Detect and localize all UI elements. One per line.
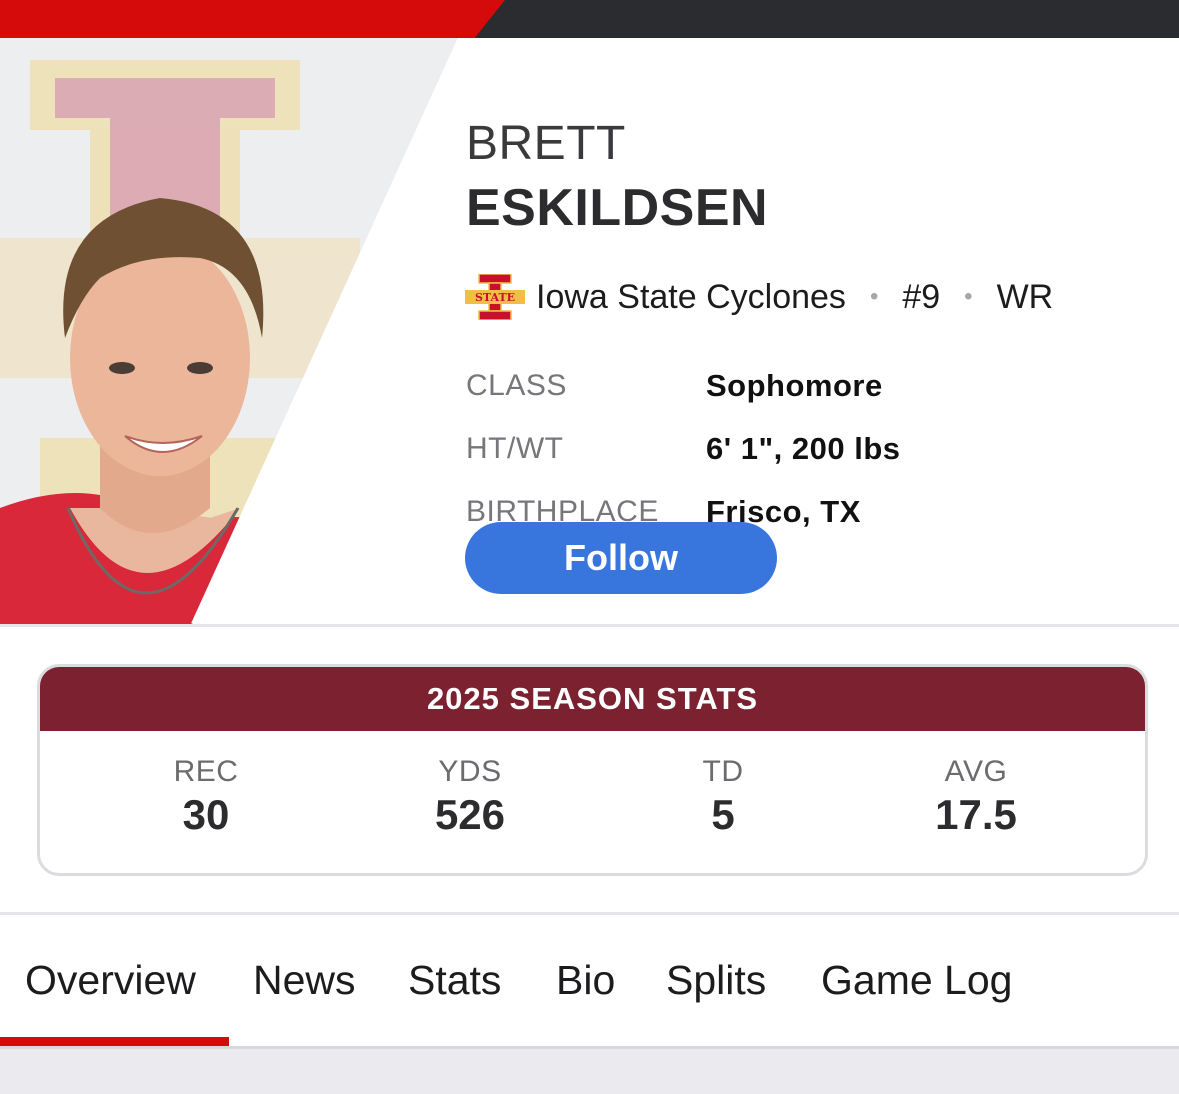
bio-row-height-weight: HT/WT 6' 1", 200 lbs [466, 417, 901, 480]
tab-stats[interactable]: Stats [408, 957, 501, 1004]
tab-news[interactable]: News [253, 957, 356, 1004]
top-bar [0, 0, 1179, 38]
svg-text:STATE: STATE [475, 291, 515, 304]
tab-game-log[interactable]: Game Log [821, 957, 1012, 1004]
separator-dot: • [964, 283, 973, 310]
stat-label: TD [702, 755, 744, 788]
player-last-name: ESKILDSEN [466, 179, 769, 237]
stat-value: 30 [182, 791, 230, 838]
jersey-number: #9 [902, 277, 941, 316]
bio-label: HT/WT [466, 431, 564, 465]
player-tabs: Overview News Stats Bio Splits Game Log [0, 915, 1179, 1047]
stat-value: 5 [711, 791, 735, 838]
tab-overview[interactable]: Overview [25, 957, 196, 1004]
stat-label: REC [173, 755, 239, 788]
season-stats-title: 2025 SEASON STATS [40, 667, 1145, 731]
stat-avg: AVG 17.5 [876, 755, 1076, 839]
team-info-line: STATE Iowa State Cyclones • #9 • WR [464, 274, 1053, 320]
top-bar-accent [0, 0, 505, 38]
player-position: WR [996, 277, 1054, 316]
separator-dot: • [869, 283, 879, 310]
bio-row-class: CLASS Sophomore [466, 354, 901, 417]
team-name-link[interactable]: Iowa State Cyclones [536, 278, 846, 317]
player-first-name: BRETT [466, 117, 626, 170]
stat-label: AVG [944, 755, 1008, 788]
stat-rec: REC 30 [106, 755, 306, 839]
bio-label: CLASS [466, 368, 567, 402]
tab-bio[interactable]: Bio [556, 957, 615, 1004]
follow-button[interactable]: Follow [465, 522, 777, 594]
hero-divider [0, 624, 1179, 627]
stat-label: YDS [438, 755, 502, 788]
bio-value: Sophomore [706, 367, 883, 403]
season-stats-card: 2025 SEASON STATS REC 30 YDS 526 TD 5 AV… [37, 664, 1148, 876]
stat-value: 17.5 [935, 791, 1017, 838]
iowa-state-logo-icon[interactable]: STATE [464, 274, 526, 320]
page-footer-background [0, 1049, 1179, 1094]
stat-yds: YDS 526 [370, 755, 570, 839]
bio-value: 6' 1", 200 lbs [706, 430, 901, 466]
active-tab-indicator [0, 1037, 229, 1046]
bio-table: CLASS Sophomore HT/WT 6' 1", 200 lbs BIR… [466, 354, 901, 543]
tab-splits[interactable]: Splits [666, 957, 766, 1004]
player-headshot [0, 38, 460, 624]
stat-td: TD 5 [623, 755, 823, 839]
stat-value: 526 [434, 791, 506, 838]
stats-grid: REC 30 YDS 526 TD 5 AVG 17.5 [40, 731, 1145, 873]
